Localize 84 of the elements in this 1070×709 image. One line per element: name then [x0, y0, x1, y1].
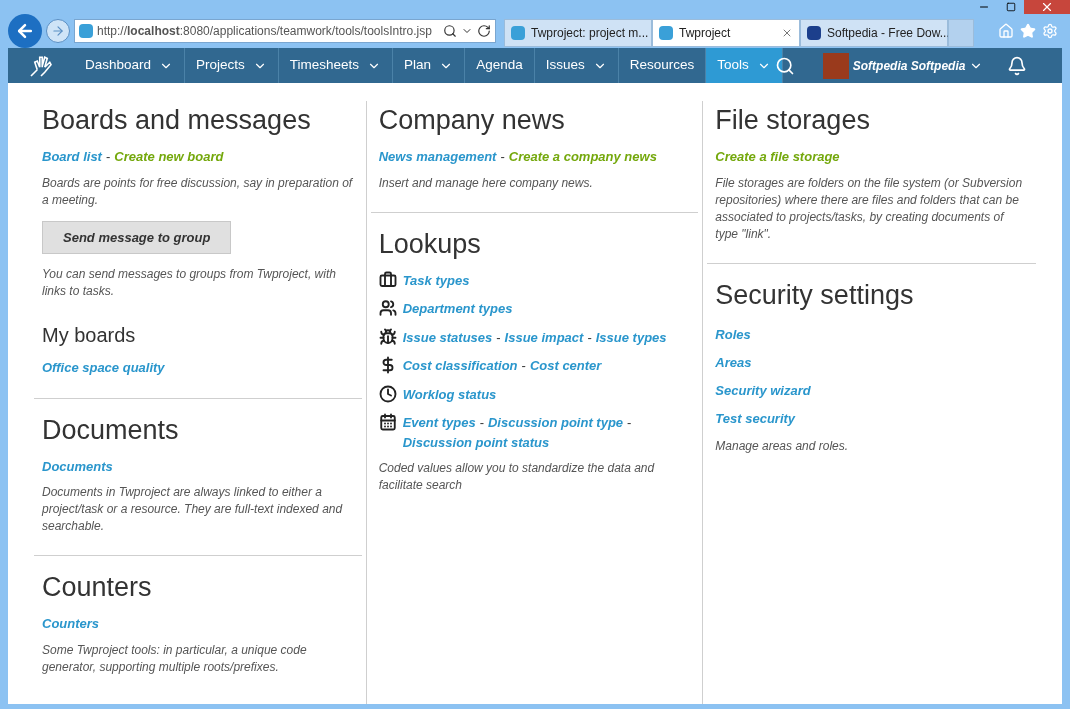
tab-icon: [511, 26, 525, 40]
browser-tab[interactable]: Twproject: project m...: [504, 19, 652, 47]
link[interactable]: Worklog status: [402, 384, 497, 404]
forward-arrow-icon: [51, 23, 65, 38]
link[interactable]: Office space quality: [42, 358, 165, 378]
link[interactable]: Issue types: [595, 327, 667, 347]
clock-icon: [378, 384, 397, 403]
link[interactable]: Create new board: [114, 147, 224, 167]
link[interactable]: Security wizard: [715, 382, 811, 398]
section-title: Counters: [41, 571, 153, 604]
search-icon[interactable]: [443, 23, 457, 38]
section-title: Documents: [41, 413, 180, 447]
section-title: Company news: [377, 104, 566, 137]
tab-title: Twproject: project m...: [531, 25, 649, 42]
nav-tab[interactable]: Plan: [393, 48, 466, 83]
description-text: Some Twproject tools: in particular, a unique code generator, supporting multiple roots/prefixes.: [42, 641, 308, 676]
notifications-icon[interactable]: [1007, 55, 1028, 76]
close-tab-icon[interactable]: [781, 27, 793, 39]
separator-text: -: [521, 357, 526, 375]
nav-tab[interactable]: Tools: [706, 48, 783, 83]
browser-tab[interactable]: Twproject: [652, 19, 800, 47]
section-title: Security settings: [714, 278, 915, 312]
separator-text: -: [500, 148, 505, 166]
description-text: Manage areas and roles.: [715, 437, 850, 455]
description-text: Coded values allow you to standardize the data and facilitate search: [378, 460, 656, 494]
browser-tab[interactable]: Softpedia - Free Dow...: [800, 19, 948, 47]
tab-icon: [659, 26, 673, 40]
site-icon: [79, 23, 93, 38]
subheading: My boards: [42, 323, 137, 348]
calendar-icon: [378, 413, 397, 431]
user-menu[interactable]: Softpedia Softpedia: [852, 48, 984, 83]
description-text: Insert and manage here company news.: [378, 174, 594, 192]
link[interactable]: News management: [378, 147, 497, 167]
search-icon[interactable]: [774, 55, 795, 76]
link[interactable]: Cost classification: [402, 356, 518, 376]
section-title: File storages: [714, 104, 871, 137]
address-bar[interactable]: http://localhost:8080/applications/teamwork/tools/toolsIntro.jsp: [74, 18, 496, 43]
link[interactable]: Department types: [402, 299, 513, 319]
maximize-icon: [1005, 2, 1016, 12]
link[interactable]: Issue statuses: [402, 327, 493, 347]
description-text: You can send messages to groups from Twproject, with links to tasks.: [42, 266, 337, 300]
tab-title: Softpedia - Free Dow...: [827, 25, 950, 42]
link[interactable]: Task types: [402, 270, 470, 290]
description-text: Documents in Twproject are always linked to either a project/task or a resource. They are full-text indexed and searchable.: [42, 484, 344, 535]
tab-icon: [807, 26, 821, 40]
description-text: File storages are folders on the file system (or Subversion repositories) where there are files and folders that can be associated to projects/tasks, by creating documents of type "link".: [715, 174, 1024, 243]
link[interactable]: Discussion point status: [402, 432, 550, 452]
link[interactable]: Create a company news: [508, 147, 657, 167]
link[interactable]: Counters: [42, 614, 100, 634]
bug-icon: [378, 327, 397, 346]
forward-button[interactable]: [46, 18, 70, 43]
description-text: Boards are points for free discussion, say in preparation of a meeting.: [42, 174, 354, 209]
separator-text: -: [587, 328, 592, 347]
link[interactable]: Roles: [715, 326, 751, 342]
link[interactable]: Documents: [42, 456, 113, 476]
link[interactable]: Create a file storage: [715, 147, 840, 167]
close-icon: [1040, 0, 1054, 14]
nav-tab[interactable]: Issues: [534, 48, 619, 83]
link[interactable]: Areas: [715, 354, 752, 370]
link[interactable]: Cost center: [529, 356, 602, 376]
separator-text: -: [105, 148, 111, 166]
users-icon: [378, 299, 397, 317]
separator-text: -: [496, 328, 501, 347]
user-avatar: [822, 52, 849, 79]
link[interactable]: Board list: [42, 147, 102, 167]
nav-tab[interactable]: Projects: [185, 48, 279, 83]
separator-text: -: [627, 414, 632, 432]
briefcase-icon: [378, 270, 397, 289]
back-button[interactable]: [8, 13, 42, 48]
section-title: Lookups: [377, 227, 482, 261]
link[interactable]: Test security: [715, 410, 796, 426]
send-message-button[interactable]: Send message to group: [42, 220, 232, 254]
nav-tab[interactable]: Agenda: [465, 48, 535, 83]
link[interactable]: Event types: [402, 413, 476, 433]
nav-tab[interactable]: Dashboard: [74, 48, 186, 83]
close-button[interactable]: [1024, 0, 1070, 14]
refresh-icon[interactable]: [477, 23, 491, 38]
nav-tab[interactable]: Timesheets: [278, 48, 394, 83]
tab-title: Twproject: [679, 25, 732, 42]
link[interactable]: Issue impact: [504, 327, 584, 347]
link[interactable]: Discussion point type: [488, 413, 624, 433]
separator-text: -: [479, 414, 484, 432]
section-title: Boards and messages: [41, 104, 312, 137]
address-text: http://localhost:8080/applications/teamwork/tools/toolsIntro.jsp: [97, 22, 433, 40]
